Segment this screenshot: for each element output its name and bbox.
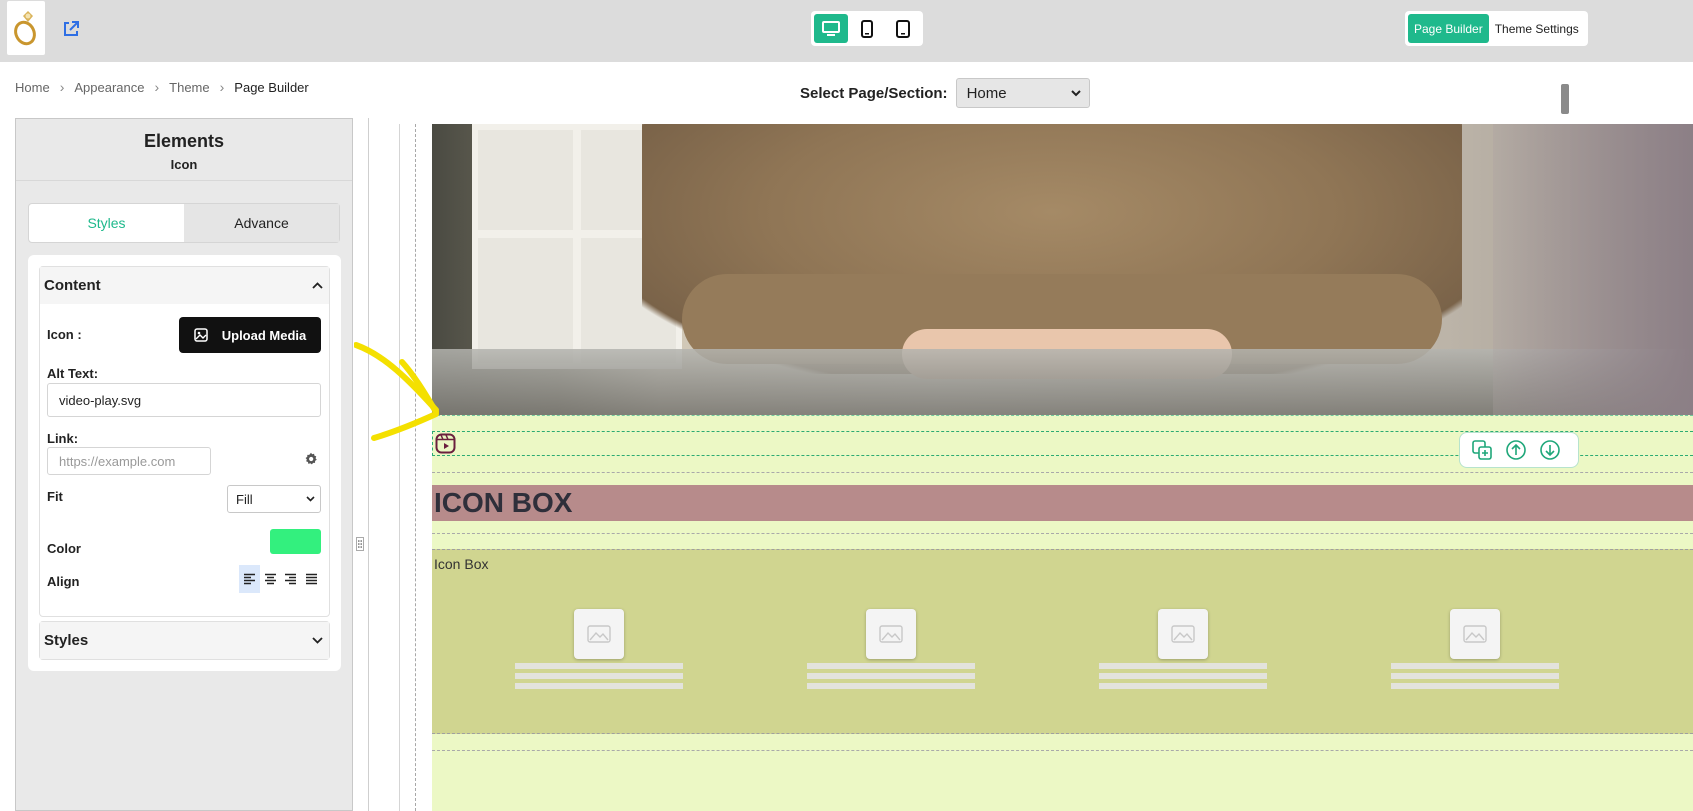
icon-box-heading[interactable]: ICON BOX — [432, 485, 1693, 521]
hero-image[interactable] — [432, 124, 1693, 415]
chevron-right-icon: › — [154, 79, 160, 95]
chevron-up-icon — [312, 282, 323, 289]
page-select-label: Select Page/Section: — [800, 84, 948, 102]
desktop-icon — [822, 20, 840, 36]
icon-box-label: Icon Box — [434, 556, 489, 572]
content-accordion-header[interactable]: Content — [40, 267, 329, 304]
alt-text-input[interactable]: video-play.svg — [47, 383, 321, 417]
fit-label: Fit — [47, 489, 63, 504]
content-accordion: Content Icon : Upload Media Alt Text: vi… — [39, 266, 330, 617]
section-divider — [432, 750, 1693, 751]
chevron-down-icon — [312, 637, 323, 644]
color-label: Color — [47, 541, 81, 556]
image-placeholder-icon — [1158, 609, 1208, 659]
align-right-button[interactable] — [281, 565, 302, 593]
content-accordion-body: Icon : Upload Media Alt Text: video-play… — [40, 304, 329, 616]
color-picker-swatch[interactable] — [270, 529, 321, 554]
section-divider — [432, 533, 1693, 534]
upload-media-button[interactable]: Upload Media — [179, 317, 321, 353]
move-down-button[interactable] — [1537, 437, 1563, 463]
icon-box-card[interactable] — [1099, 609, 1267, 689]
align-left-button[interactable] — [239, 565, 260, 593]
chevron-right-icon: › — [219, 79, 225, 95]
icon-box-card[interactable] — [807, 609, 975, 689]
move-up-button[interactable] — [1503, 437, 1529, 463]
styles-accordion-header[interactable]: Styles — [40, 622, 329, 659]
align-right-icon — [285, 573, 297, 585]
external-link-icon[interactable] — [61, 19, 81, 39]
elements-sidebar: Elements Icon Styles Advance Content Ico… — [15, 118, 353, 811]
image-placeholder-icon — [1450, 609, 1500, 659]
styles-accordion: Styles — [39, 621, 330, 660]
page-select-dropdown[interactable]: Home — [955, 78, 1090, 108]
page-select-value: Home — [966, 84, 1007, 102]
align-button-group — [239, 565, 322, 593]
breadcrumb-page-builder: Page Builder — [234, 79, 309, 95]
link-input[interactable]: https://example.com — [47, 447, 211, 475]
align-center-button[interactable] — [260, 565, 281, 593]
column-guide — [415, 124, 416, 811]
element-toolbar — [1459, 432, 1579, 468]
link-label: Link: — [47, 431, 79, 446]
content-header-label: Content — [44, 277, 101, 294]
ring-logo-icon[interactable] — [7, 1, 45, 55]
styles-header-label: Styles — [44, 632, 89, 649]
heading-spacer — [432, 521, 1693, 549]
page-section-selector: Select Page/Section: Home — [800, 78, 1090, 108]
sidebar-tabs: Styles Advance — [28, 203, 340, 243]
breadcrumb-appearance[interactable]: Appearance — [74, 80, 144, 95]
builder-mode-tabs: Page Builder Theme Settings — [1405, 11, 1588, 46]
duplicate-icon — [1472, 440, 1492, 460]
tablet-view-button[interactable] — [886, 14, 920, 43]
tab-styles[interactable]: Styles — [29, 204, 184, 242]
image-placeholder-icon — [574, 609, 624, 659]
duplicate-button[interactable] — [1469, 437, 1495, 463]
upload-media-label: Upload Media — [221, 327, 307, 343]
align-label: Align — [47, 574, 80, 589]
align-justify-button[interactable] — [301, 565, 322, 593]
sidebar-resize-handle[interactable] — [356, 537, 364, 551]
align-left-icon — [243, 573, 255, 585]
scrollbar-thumb[interactable] — [1561, 84, 1569, 114]
icon-box-card[interactable] — [1391, 609, 1559, 689]
icon-box-heading-text: ICON BOX — [434, 487, 573, 518]
chevron-right-icon: › — [59, 79, 65, 95]
image-icon — [193, 328, 208, 342]
image-placeholder-icon — [866, 609, 916, 659]
icon-box-section[interactable]: Icon Box — [432, 549, 1693, 734]
align-center-icon — [264, 573, 276, 585]
mobile-view-button[interactable] — [850, 14, 884, 43]
icon-field-label: Icon : — [47, 327, 82, 342]
tab-theme-settings[interactable]: Theme Settings — [1489, 14, 1585, 43]
link-placeholder: https://example.com — [59, 453, 176, 469]
annotation-mark — [354, 342, 439, 441]
mobile-icon — [861, 19, 873, 38]
section-divider — [432, 472, 1693, 473]
align-justify-icon — [306, 573, 318, 585]
sidebar-title: Elements — [143, 131, 225, 151]
desktop-view-button[interactable] — [814, 14, 848, 43]
move-down-icon — [1540, 440, 1560, 460]
breadcrumb-theme[interactable]: Theme — [169, 80, 209, 95]
breadcrumb-home[interactable]: Home — [15, 80, 50, 95]
chevron-down-icon — [1070, 89, 1081, 96]
tab-advance[interactable]: Advance — [184, 204, 339, 242]
alt-text-label: Alt Text: — [47, 366, 99, 381]
gear-icon[interactable] — [304, 452, 318, 466]
settings-panel: Content Icon : Upload Media Alt Text: vi… — [28, 255, 341, 671]
fit-value: Fill — [236, 491, 253, 507]
alt-text-value: video-play.svg — [59, 392, 142, 408]
canvas-gutter-line — [399, 124, 400, 811]
fit-select[interactable]: Fill — [227, 485, 321, 513]
tab-page-builder[interactable]: Page Builder — [1408, 14, 1489, 43]
next-section[interactable] — [432, 734, 1693, 811]
device-switcher — [811, 11, 923, 46]
move-up-icon — [1506, 440, 1526, 460]
sidebar-subtitle: Icon — [16, 157, 352, 181]
icon-box-card[interactable] — [515, 609, 683, 689]
tablet-icon — [896, 19, 910, 38]
top-bar: Page Builder Theme Settings — [0, 0, 1693, 62]
breadcrumb: Home › Appearance › Theme › Page Builder — [15, 79, 309, 95]
chevron-down-icon — [306, 496, 315, 502]
